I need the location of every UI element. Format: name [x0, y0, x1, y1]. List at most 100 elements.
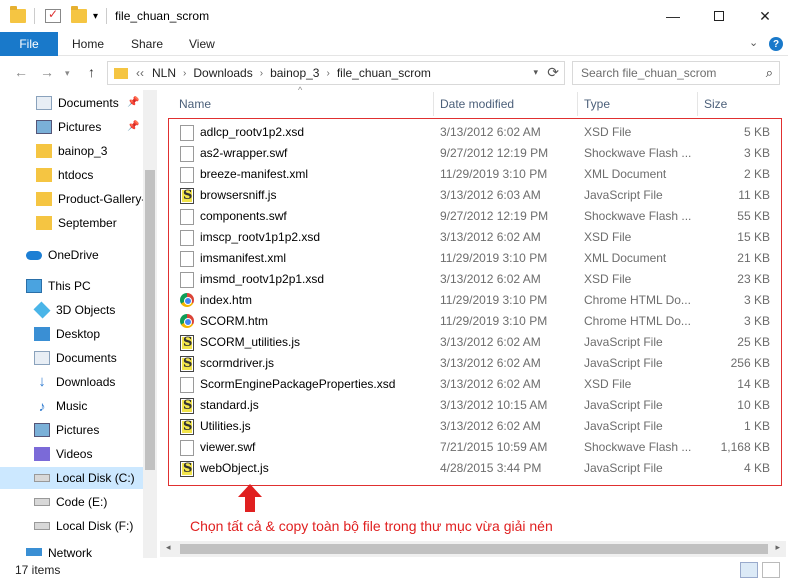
sort-ascending-icon: ^ — [298, 85, 303, 95]
music-icon: ♪ — [38, 398, 46, 414]
quick-access-dropdown-icon[interactable]: ▾ — [93, 11, 98, 22]
nav-item-documents[interactable]: Documents — [0, 347, 143, 369]
minimize-button[interactable]: — — [650, 0, 696, 32]
desktop-icon — [34, 327, 50, 341]
nav-item-label: htdocs — [58, 168, 94, 182]
breadcrumb-item[interactable]: bainop_3 — [270, 66, 319, 80]
recent-locations-icon[interactable]: ▾ — [65, 68, 70, 79]
search-input[interactable]: Search file_chuan_scrom ⌕ — [572, 61, 780, 85]
maximize-icon — [714, 11, 724, 21]
column-divider[interactable] — [433, 92, 434, 116]
nav-item-3d-objects[interactable]: 3D Objects — [0, 299, 143, 321]
nav-item-label: Documents — [58, 96, 119, 110]
selection-highlight-box — [168, 118, 782, 486]
divider — [106, 8, 108, 24]
nav-item-september[interactable]: September — [0, 212, 143, 234]
column-header-type[interactable]: Type — [584, 92, 610, 116]
forward-arrow-icon[interactable]: → — [40, 64, 54, 80]
nav-item-pictures-pinned[interactable]: Pictures — [0, 116, 143, 138]
nav-scrollbar[interactable] — [143, 90, 157, 558]
nav-item-label: Videos — [56, 447, 93, 461]
nav-item-downloads[interactable]: ↓ Downloads — [0, 371, 143, 393]
breadcrumb-item[interactable]: file_chuan_scrom — [337, 66, 431, 80]
address-dropdown-icon[interactable]: ▾ — [533, 67, 538, 78]
nav-item-label: bainop_3 — [58, 144, 108, 158]
pictures-icon — [36, 120, 52, 134]
scrollbar-thumb[interactable] — [180, 544, 768, 554]
details-view-icon[interactable] — [740, 562, 758, 578]
nav-item-bainop-3[interactable]: bainop_3 — [0, 140, 143, 162]
maximize-button[interactable] — [696, 0, 742, 32]
column-header-name[interactable]: Name — [179, 92, 211, 116]
videos-icon — [34, 447, 50, 461]
nav-item-music[interactable]: ♪ Music — [0, 395, 143, 417]
nav-item-htdocs[interactable]: htdocs — [0, 164, 143, 186]
nav-item-label: Downloads — [56, 375, 116, 389]
folder-icon — [10, 6, 26, 23]
column-header-size[interactable]: Size — [704, 92, 727, 116]
tab-share[interactable]: Share — [131, 32, 163, 56]
folder-icon — [36, 168, 52, 182]
nav-item-label: Product-Gallery- — [58, 192, 146, 206]
chevron-right-icon[interactable]: › — [326, 68, 329, 79]
nav-item-local-disk-c[interactable]: Local Disk (C:) — [0, 467, 143, 489]
new-folder-icon[interactable] — [71, 6, 87, 23]
nav-item-product-gallery[interactable]: Product-Gallery- — [0, 188, 146, 210]
nav-item-onedrive[interactable]: OneDrive — [0, 244, 143, 266]
chevron-right-icon[interactable]: › — [183, 68, 186, 79]
breadcrumb-item[interactable]: Downloads — [193, 66, 252, 80]
tab-view[interactable]: View — [189, 32, 215, 56]
tab-home[interactable]: Home — [72, 32, 104, 56]
nav-item-local-disk-f[interactable]: Local Disk (F:) — [0, 515, 143, 537]
nav-item-this-pc[interactable]: This PC — [0, 275, 143, 297]
nav-item-label: This PC — [48, 279, 91, 293]
nav-item-label: September — [58, 216, 117, 230]
chevron-down-icon[interactable]: ⌄ — [749, 36, 758, 49]
disk-icon — [34, 474, 50, 482]
folder-icon — [36, 192, 52, 206]
disk-icon — [34, 498, 50, 506]
network-icon — [26, 548, 42, 556]
nav-item-videos[interactable]: Videos — [0, 443, 143, 465]
nav-item-code-e[interactable]: Code (E:) — [0, 491, 143, 513]
folder-icon — [36, 216, 52, 230]
tab-file[interactable]: File — [0, 32, 58, 56]
column-divider[interactable] — [697, 92, 698, 116]
up-arrow-icon[interactable]: ↑ — [88, 64, 95, 80]
documents-icon — [34, 351, 50, 365]
nav-item-label: Network — [48, 548, 93, 558]
scroll-right-icon[interactable]: ▸ — [775, 542, 780, 553]
address-bar[interactable]: ‹‹ NLN › Downloads › bainop_3 › file_chu… — [107, 61, 565, 85]
refresh-icon[interactable]: ⟳ — [547, 64, 559, 81]
search-icon: ⌕ — [765, 65, 773, 80]
nav-item-documents-pinned[interactable]: Documents — [0, 92, 143, 114]
close-button[interactable]: ✕ — [742, 0, 788, 32]
nav-item-label: Pictures — [58, 120, 102, 134]
column-divider[interactable] — [577, 92, 578, 116]
nav-item-label: Local Disk (F:) — [56, 519, 134, 533]
documents-icon — [36, 96, 52, 110]
back-arrow-icon[interactable]: ← — [14, 64, 28, 80]
scroll-left-icon[interactable]: ◂ — [166, 542, 171, 553]
help-icon[interactable]: ? — [769, 37, 783, 51]
nav-item-pictures[interactable]: Pictures — [0, 419, 143, 441]
breadcrumb-item[interactable]: NLN — [152, 66, 176, 80]
pin-icon[interactable]: 📌 — [127, 121, 139, 132]
annotation-text: Chọn tất cả & copy toàn bộ file trong th… — [190, 518, 553, 534]
large-icons-view-icon[interactable] — [762, 562, 780, 578]
properties-icon[interactable] — [45, 7, 61, 23]
nav-item-label: Desktop — [56, 327, 101, 341]
downloads-icon: ↓ — [38, 373, 46, 390]
pin-icon[interactable]: 📌 — [127, 97, 139, 108]
status-bar: 17 items — [0, 558, 788, 582]
nav-item-network[interactable]: Network — [0, 548, 143, 558]
divider — [34, 8, 35, 24]
breadcrumb: ‹‹ NLN › Downloads › bainop_3 › file_chu… — [136, 66, 431, 80]
column-header-date[interactable]: Date modified — [440, 92, 514, 116]
nav-item-desktop[interactable]: Desktop — [0, 323, 143, 345]
breadcrumb-overflow[interactable]: ‹‹ — [136, 66, 144, 80]
nav-item-label: Code (E:) — [56, 495, 108, 509]
chevron-right-icon[interactable]: › — [260, 68, 263, 79]
scrollbar-thumb[interactable] — [145, 170, 155, 470]
horizontal-scrollbar[interactable]: ◂ ▸ — [160, 541, 786, 557]
